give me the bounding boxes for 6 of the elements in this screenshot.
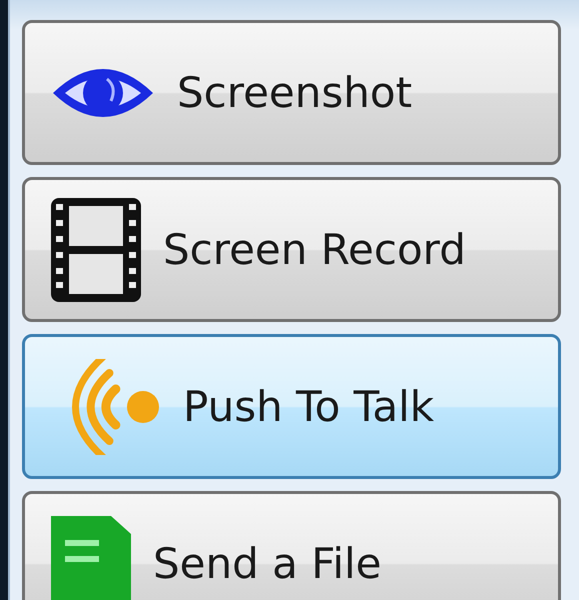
action-button[interactable]: Push To Talk [22, 334, 561, 479]
film-icon [51, 198, 141, 302]
action-button[interactable]: Screenshot [22, 20, 561, 165]
action-button[interactable]: Send a File [22, 491, 561, 600]
document-icon [51, 516, 131, 600]
action-button[interactable]: Screen Record [22, 177, 561, 322]
